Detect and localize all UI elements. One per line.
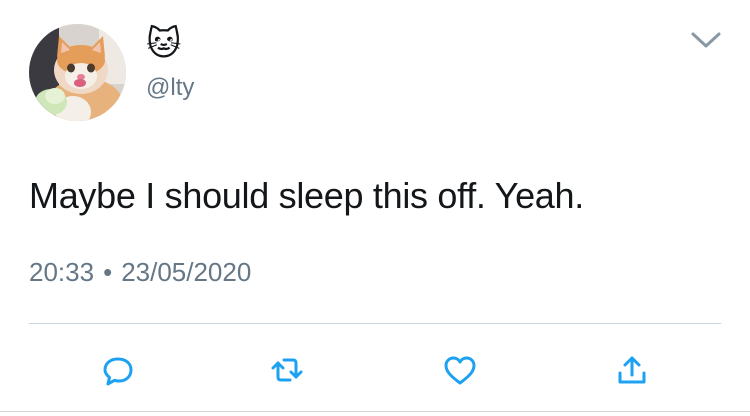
chevron-down-icon[interactable]	[686, 27, 726, 53]
cat-avatar-image	[29, 24, 126, 121]
reply-button[interactable]	[98, 350, 138, 390]
retweet-icon	[267, 350, 307, 390]
tweet-timestamp[interactable]: 20:33 • 23/05/2020	[29, 255, 251, 289]
share-button[interactable]	[612, 350, 652, 390]
divider	[29, 323, 721, 324]
like-button[interactable]	[440, 350, 480, 390]
avatar[interactable]	[29, 24, 126, 121]
tweet-date: 23/05/2020	[121, 257, 252, 287]
share-icon	[612, 350, 652, 390]
separator-dot: •	[103, 257, 113, 287]
tweet-time: 20:33	[29, 257, 95, 287]
reply-icon	[98, 350, 138, 390]
tweet-card: 🐱 @lty Maybe I should sleep this off. Ye…	[0, 0, 750, 416]
user-handle[interactable]: @lty	[146, 74, 194, 102]
heart-icon	[440, 350, 480, 390]
display-name[interactable]: 🐱	[146, 24, 181, 64]
tweet-text: Maybe I should sleep this off. Yeah.	[29, 175, 584, 216]
bottom-divider	[0, 411, 750, 412]
retweet-button[interactable]	[267, 350, 307, 390]
